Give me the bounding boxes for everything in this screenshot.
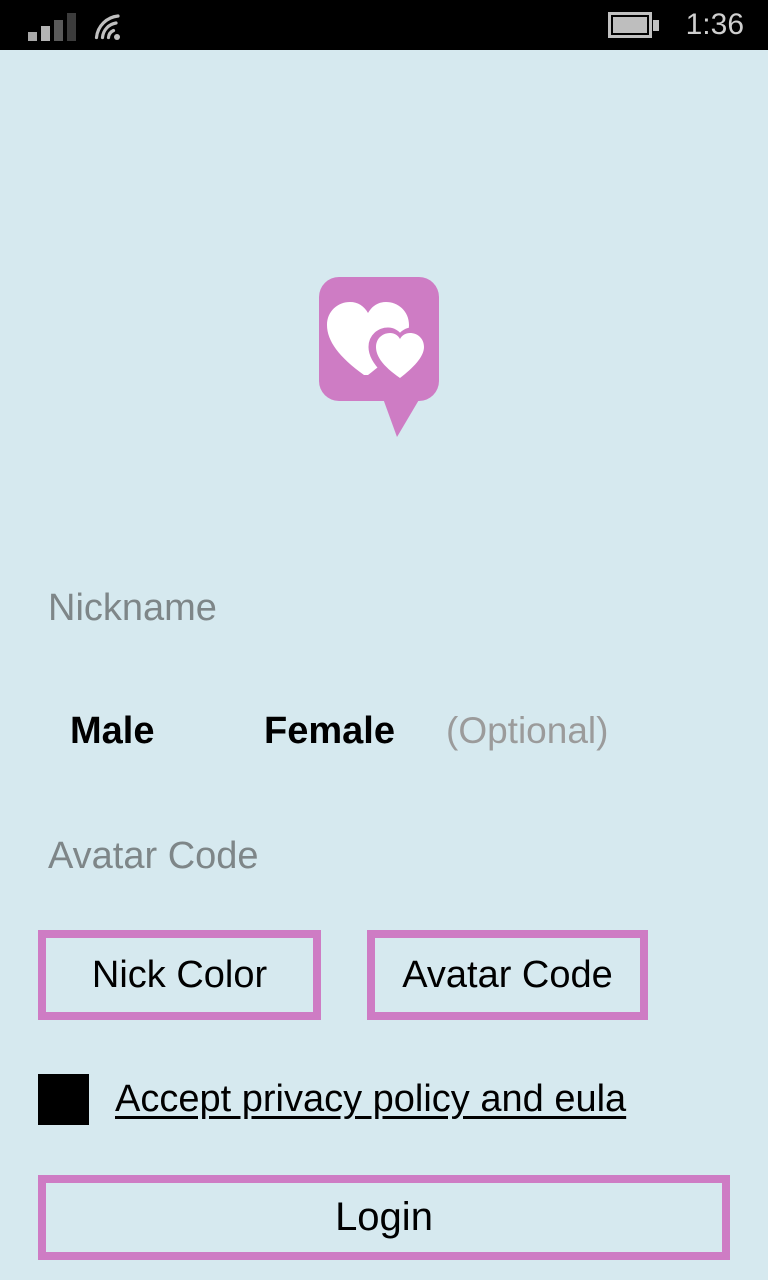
status-bar-right: 1:36 <box>607 8 744 41</box>
privacy-policy-checkbox[interactable] <box>38 1073 89 1125</box>
battery-cap <box>652 20 659 31</box>
app-logo-container <box>0 275 768 440</box>
nickname-input[interactable] <box>38 584 730 632</box>
gender-option-male[interactable]: Male <box>70 705 154 757</box>
nick-color-button[interactable]: Nick Color <box>38 930 321 1020</box>
avatar-code-input[interactable] <box>38 832 730 880</box>
status-bar: 1:36 <box>0 0 768 50</box>
status-bar-clock: 1:36 <box>685 8 744 41</box>
privacy-policy-link[interactable]: Accept privacy policy and eula <box>115 1075 626 1123</box>
gender-option-female[interactable]: Female <box>264 705 395 757</box>
battery-icon <box>607 12 660 38</box>
wifi-icon <box>92 13 122 41</box>
gender-optional-note: (Optional) <box>446 710 609 751</box>
avatar-code-button[interactable]: Avatar Code <box>367 930 648 1020</box>
login-screen: 1:36 Male Female (Optional) Nick Color A… <box>0 0 768 1280</box>
privacy-consent-row: Accept privacy policy and eula <box>38 1070 730 1128</box>
login-button[interactable]: Login <box>38 1175 730 1260</box>
gender-selection-row: Male Female (Optional) <box>0 705 768 757</box>
status-bar-left <box>28 9 122 41</box>
battery-level <box>612 17 647 33</box>
chat-bubble-hearts-logo <box>319 277 439 437</box>
signal-bars-icon <box>28 13 76 41</box>
